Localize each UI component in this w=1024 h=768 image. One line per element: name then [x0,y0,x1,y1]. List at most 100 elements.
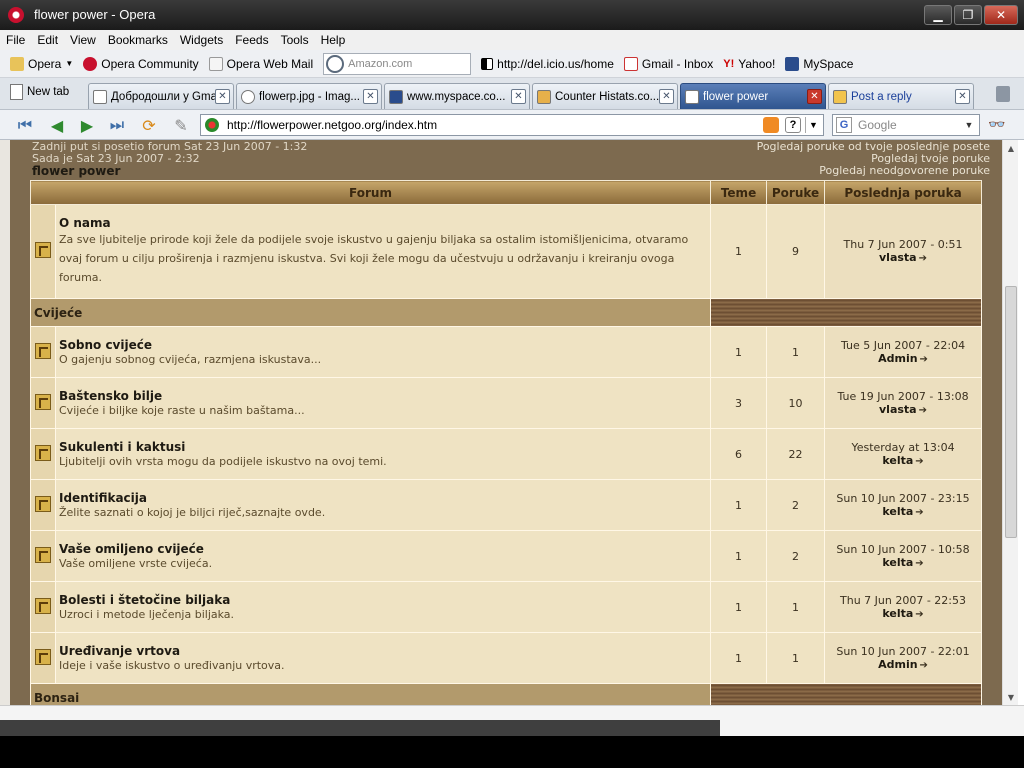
forum-title-link[interactable]: Baštensko bilje [59,389,707,403]
go-to-post-icon[interactable]: ➔ [919,252,927,265]
forum-title-link[interactable]: Sobno cvijeće [59,338,707,352]
post-icon [833,89,847,104]
last-post-user-link[interactable]: kelta [882,607,913,620]
forum-title-link[interactable]: O nama [59,216,707,230]
tab-myspace[interactable]: www.myspace.co... ✕ [384,83,530,109]
go-to-post-icon[interactable]: ➔ [915,506,923,519]
address-bar[interactable]: http://flowerpower.netgoo.org/index.htm … [200,114,824,136]
category-title-link[interactable]: Bonsai [29,683,712,705]
forum-folder-icon [35,597,51,614]
close-tab-icon[interactable]: ✕ [807,89,822,104]
posts-count: 1 [766,326,826,378]
gmail-icon [93,89,107,104]
menu-tools[interactable]: Tools [275,33,315,47]
last-post-date: Tue 19 Jun 2007 - 13:08 [837,389,969,403]
bookmark-yahoo[interactable]: Y! Yahoo! [723,57,775,71]
close-tab-icon[interactable]: ✕ [363,89,378,104]
scroll-down-icon[interactable]: ▼ [1003,689,1019,705]
tab-label: Counter Histats.co... [555,90,660,103]
header-posts: Poruke [766,180,826,205]
forum-row: Vaše omiljeno cvijeće Vaše omiljene vrste… [30,530,983,582]
topics-count: 1 [710,326,768,378]
bookmark-delicious[interactable]: http://del.icio.us/home [481,57,614,71]
tab-gmail[interactable]: Добродошли у Gmail ✕ [88,83,234,109]
tab-flowerp-image[interactable]: flowerp.jpg - Imag... ✕ [236,83,382,109]
window-title: flower power - Opera [34,7,156,22]
address-dropdown-icon[interactable]: ▼ [805,117,821,133]
last-post-user-link[interactable]: vlasta [879,251,917,264]
help-icon[interactable]: ? [785,117,801,133]
last-post-user-link[interactable]: Admin [878,658,917,671]
edit-icon[interactable]: ✎ [170,115,192,135]
menu-file[interactable]: File [0,33,31,47]
last-post-user-link[interactable]: Admin [878,352,917,365]
scroll-up-icon[interactable]: ▲ [1003,140,1019,156]
site-favicon-icon [205,118,219,132]
last-post-user-link[interactable]: kelta [882,505,913,518]
tab-flower-power[interactable]: flower power ✕ [680,83,826,109]
bookmark-myspace[interactable]: MySpace [785,56,853,71]
search-icon [326,54,345,73]
search-engine-dropdown-icon[interactable]: ▼ [961,117,977,133]
bookmark-opera-community[interactable]: Opera Community [83,56,199,71]
forum-title-link[interactable]: Bolesti i štetočine biljaka [59,593,707,607]
go-to-post-icon[interactable]: ➔ [915,608,923,621]
close-tab-icon[interactable]: ✕ [215,89,230,104]
unanswered-posts-link[interactable]: Pogledaj neodgovorene poruke [819,164,990,177]
back-icon[interactable]: ◀ [46,115,68,135]
topics-count: 1 [710,581,768,633]
topics-count: 1 [710,204,768,299]
rewind-icon[interactable]: ⏮ [14,115,36,135]
mail-icon [208,56,223,71]
bookmark-opera-web-mail[interactable]: Opera Web Mail [208,56,313,71]
close-tab-icon[interactable]: ✕ [511,89,526,104]
last-post-cell: Sun 10 Jun 2007 - 23:15 kelta ➔ [824,479,983,531]
forum-title-link[interactable]: Identifikacija [59,491,707,505]
forum-title-link[interactable]: Uređivanje vrtova [59,644,707,658]
menu-edit[interactable]: Edit [31,33,64,47]
tab-counter-histats[interactable]: Counter Histats.co... ✕ [532,83,678,109]
close-window-button[interactable]: ✕ [984,5,1018,25]
vertical-scrollbar[interactable]: ▲ ▼ [1002,140,1018,705]
forward-icon[interactable]: ▶ [76,115,98,135]
menu-widgets[interactable]: Widgets [174,33,229,47]
menu-feeds[interactable]: Feeds [229,33,274,47]
new-tab-button[interactable]: New tab [10,84,69,100]
header-last-post: Poslednja poruka [824,180,983,205]
menu-bookmarks[interactable]: Bookmarks [102,33,174,47]
scrollbar-thumb[interactable] [1005,286,1017,538]
go-to-post-icon[interactable]: ➔ [919,404,927,417]
go-to-post-icon[interactable]: ➔ [920,659,928,672]
bookmark-gmail[interactable]: Gmail - Inbox [623,56,713,71]
browser-window: flower power - Opera ▁ ❐ ✕ File Edit Vie… [0,0,1024,736]
last-post-user-link[interactable]: kelta [882,454,913,467]
forum-name-link[interactable]: flower power [32,164,120,178]
go-to-post-icon[interactable]: ➔ [915,557,923,570]
go-to-post-icon[interactable]: ➔ [915,455,923,468]
amazon-search-field[interactable]: Amazon.com [323,52,472,75]
panel-toggle-strip[interactable] [0,140,10,705]
last-post-date: Yesterday at 13:04 [851,440,955,454]
menu-help[interactable]: Help [315,33,352,47]
category-row-cvijece: Cvijeće [29,298,983,327]
go-to-post-icon[interactable]: ➔ [920,353,928,366]
menu-view[interactable]: View [64,33,102,47]
maximize-button[interactable]: ❐ [954,5,982,25]
tab-post-a-reply[interactable]: Post a reply ✕ [828,83,974,109]
bookmark-opera-menu[interactable]: Opera ▼ [10,56,73,71]
rss-feed-icon[interactable] [763,117,779,133]
minimize-button[interactable]: ▁ [924,5,952,25]
fast-forward-icon[interactable]: ⏭ [106,115,128,135]
google-search-field[interactable]: G Google ▼ [832,114,980,136]
close-tab-icon[interactable]: ✕ [955,89,970,104]
last-post-user-link[interactable]: vlasta [879,403,917,416]
category-title-link[interactable]: Cvijeće [29,298,712,327]
reading-glasses-icon[interactable]: 👓 [988,117,1012,133]
close-tab-icon[interactable]: ✕ [659,89,674,104]
forum-title-link[interactable]: Sukulenti i kaktusi [59,440,707,454]
reload-icon[interactable]: ⟳ [138,115,160,135]
trash-icon[interactable] [996,86,1010,102]
last-post-user-link[interactable]: kelta [882,556,913,569]
forum-title-link[interactable]: Vaše omiljeno cvijeće [59,542,707,556]
page-content: Zadnji put si posetio forum Sat 23 Jun 2… [10,140,1002,705]
